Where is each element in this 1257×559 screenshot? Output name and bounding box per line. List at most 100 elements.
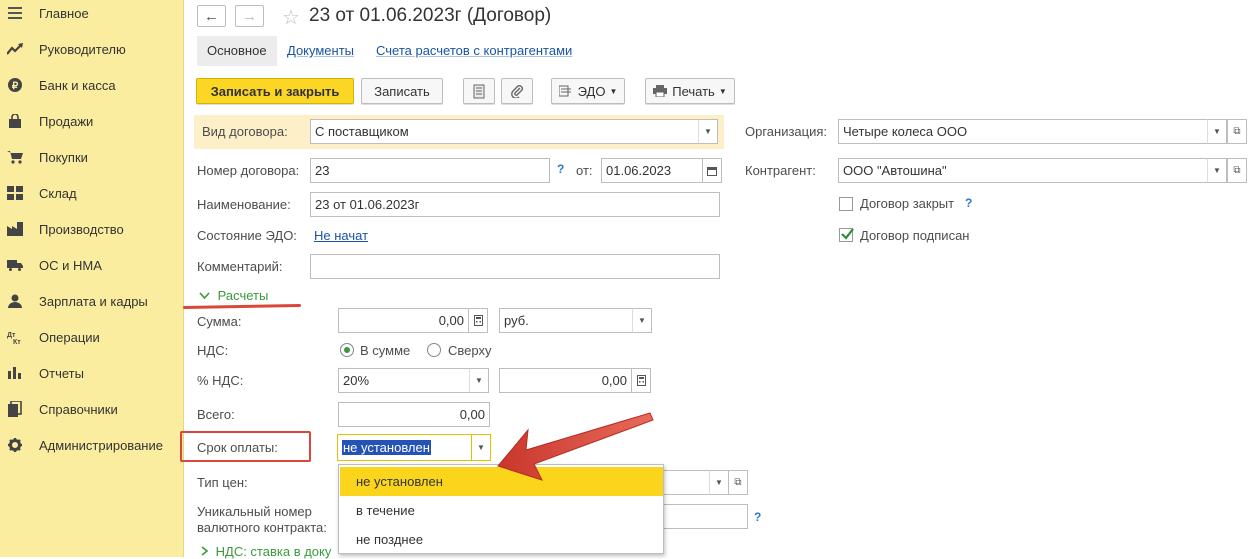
back-button[interactable]: ← (197, 5, 226, 27)
unique-number-field[interactable] (664, 504, 748, 529)
edo-button[interactable]: ЭДО ▼ (551, 78, 625, 104)
vat-in-sum-radio[interactable] (340, 343, 354, 357)
contract-type-dropdown-button[interactable]: ▼ (698, 119, 718, 144)
attach-button[interactable] (501, 78, 533, 104)
edo-button-label: ЭДО (577, 83, 606, 99)
bar-chart-icon (7, 365, 23, 381)
menu-icon (7, 5, 23, 21)
name-field[interactable]: 23 от 01.06.2023г (310, 192, 720, 217)
comment-field[interactable] (310, 254, 720, 279)
sum-field[interactable]: 0,00 (338, 308, 469, 333)
sidebar-item-fixed-assets[interactable]: ОС и НМА (0, 247, 184, 283)
contract-signed-checkbox[interactable] (839, 228, 854, 242)
sidebar-item-operations[interactable]: Дт Кт Операции (0, 319, 184, 355)
bag-icon (7, 113, 23, 129)
sum-label: Сумма: (197, 314, 242, 329)
date-field[interactable]: 01.06.2023 (601, 158, 703, 183)
tab-accounts[interactable]: Счета расчетов с контрагентами (376, 36, 572, 66)
payment-term-field[interactable]: не установлен (337, 434, 472, 461)
sidebar-item-production[interactable]: Производство (0, 211, 184, 247)
save-and-close-button[interactable]: Записать и закрыть (196, 78, 354, 104)
sidebar-item-label: Справочники (39, 401, 118, 417)
sidebar-item-bank[interactable]: ₽ Банк и касса (0, 67, 184, 103)
open-form-icon: ⧉ (1233, 126, 1241, 137)
calculator-icon (636, 375, 646, 386)
sidebar-item-catalogs[interactable]: Справочники (0, 391, 184, 427)
calendar-button[interactable] (702, 158, 722, 183)
price-type-open-button[interactable]: ⧉ (728, 470, 748, 495)
organization-open-button[interactable]: ⧉ (1227, 119, 1247, 144)
contract-closed-checkbox[interactable] (839, 197, 853, 211)
warehouse-icon (7, 185, 23, 201)
payment-term-dropdown-button[interactable]: ▼ (471, 434, 491, 461)
contractor-dropdown-button[interactable]: ▼ (1207, 158, 1227, 183)
chevron-down-icon: ▼ (475, 376, 483, 385)
calculator-button[interactable] (468, 308, 488, 333)
help-icon[interactable]: ? (557, 162, 564, 176)
edo-state-link[interactable]: Не начат (314, 228, 368, 243)
vat-label: НДС: (197, 343, 229, 358)
sidebar-item-label: Главное (39, 5, 89, 21)
vat-rate-field[interactable]: 20% (338, 368, 470, 393)
organization-field[interactable]: Четыре колеса ООО (838, 119, 1208, 144)
sidebar-item-sales[interactable]: Продажи (0, 103, 184, 139)
contractor-open-button[interactable]: ⧉ (1227, 158, 1247, 183)
chevron-down-icon: ▼ (1213, 127, 1221, 136)
cart-icon (7, 149, 23, 165)
sidebar-item-warehouse[interactable]: Склад (0, 175, 184, 211)
report-button[interactable] (463, 78, 495, 104)
contract-number-label: Номер договора: (197, 163, 300, 178)
organization-dropdown-button[interactable]: ▼ (1207, 119, 1227, 144)
sidebar-item-purchases[interactable]: Покупки (0, 139, 184, 175)
annotation-underline (182, 303, 302, 310)
calendar-icon (707, 166, 717, 176)
currency-field[interactable]: руб. (499, 308, 633, 333)
dropdown-option[interactable]: не позднее (340, 525, 663, 554)
sidebar-item-reports[interactable]: Отчеты (0, 355, 184, 391)
price-type-field[interactable] (664, 470, 711, 495)
tab-main[interactable]: Основное (197, 36, 277, 66)
ruble-icon: ₽ (7, 77, 23, 93)
sidebar-item-label: Зарплата и кадры (39, 293, 148, 309)
total-field: 0,00 (338, 402, 490, 427)
vat-rate-dropdown-button[interactable]: ▼ (469, 368, 489, 393)
sidebar-item-manager[interactable]: Руководителю (0, 31, 184, 67)
annotation-arrow (497, 412, 654, 481)
edo-icon (558, 85, 571, 97)
help-icon[interactable]: ? (965, 196, 972, 210)
sidebar-item-label: Администрирование (39, 437, 163, 453)
sidebar-item-admin[interactable]: Администрирование (0, 427, 184, 463)
favorite-star-icon[interactable]: ☆ (282, 5, 300, 30)
books-icon (7, 401, 23, 417)
forward-button[interactable]: → (235, 5, 264, 27)
vat-amount-field[interactable]: 0,00 (499, 368, 632, 393)
currency-dropdown-button[interactable]: ▼ (632, 308, 652, 333)
save-button[interactable]: Записать (361, 78, 443, 104)
print-button-label: Печать (672, 83, 715, 99)
factory-icon (7, 221, 23, 237)
dropdown-option[interactable]: в течение (340, 496, 663, 525)
vat-on-top-radio[interactable] (427, 343, 441, 357)
help-icon[interactable]: ? (754, 510, 761, 524)
calculator-button[interactable] (631, 368, 651, 393)
vat-in-sum-label: В сумме (360, 343, 411, 358)
contract-type-label: Вид договора: (202, 124, 288, 139)
truck-icon (7, 257, 23, 273)
print-button[interactable]: Печать ▼ (645, 78, 735, 104)
sidebar-item-payroll[interactable]: Зарплата и кадры (0, 283, 184, 319)
open-form-icon: ⧉ (1233, 165, 1241, 176)
price-type-dropdown-button[interactable]: ▼ (709, 470, 729, 495)
unique-number-label-line2: валютного контракта: (197, 520, 327, 535)
settlements-section-toggle[interactable]: Расчеты (199, 288, 268, 303)
sidebar-item-label: Отчеты (39, 365, 84, 381)
sidebar-item-main[interactable]: Главное (0, 0, 184, 31)
vat-on-top-label: Сверху (448, 343, 492, 358)
tab-documents[interactable]: Документы (287, 36, 354, 66)
sidebar-item-label: Руководителю (39, 41, 126, 57)
sidebar-item-label: Производство (39, 221, 124, 237)
contract-type-field[interactable]: С поставщиком (310, 119, 699, 144)
contract-number-field[interactable]: 23 (310, 158, 550, 183)
contractor-field[interactable]: ООО "Автошина" (838, 158, 1208, 183)
price-type-label: Тип цен: (197, 475, 248, 490)
chevron-down-icon: ▼ (638, 316, 646, 325)
